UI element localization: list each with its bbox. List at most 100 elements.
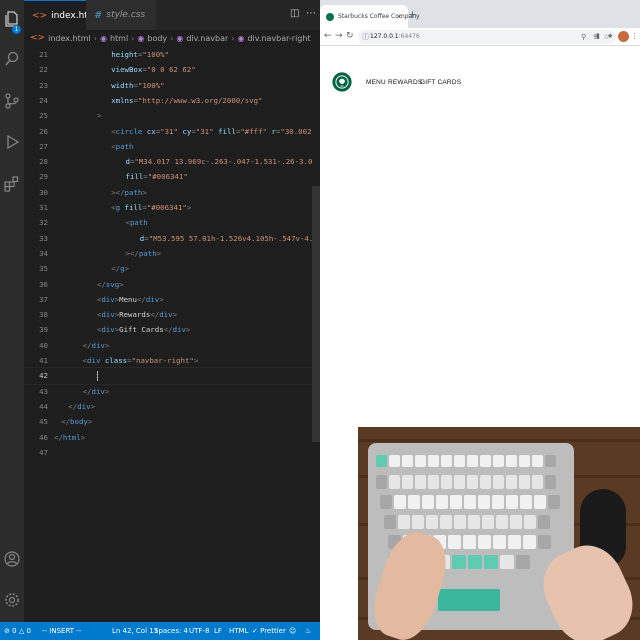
tab-index-html[interactable]: <> index.html <box>24 0 99 30</box>
code-token: div <box>101 294 115 304</box>
code-line[interactable]: 25 > <box>24 108 312 123</box>
more-actions-icon[interactable]: ⋯ <box>306 8 316 19</box>
code-line[interactable]: 30 ></path> <box>24 185 312 200</box>
source-control-icon[interactable] <box>3 92 21 110</box>
cursor-position[interactable]: Ln 42, Col 17 <box>112 622 158 640</box>
code-line[interactable]: 33 d="M53.595 57.01h-1.526v4.105h-.547v-4… <box>24 231 312 246</box>
extension-icon[interactable]: ▮ <box>596 32 600 40</box>
code-line[interactable]: 41 <div class="navbar-right"> <box>24 353 312 368</box>
keycap <box>398 515 410 529</box>
eol-setting[interactable]: LF <box>214 622 222 640</box>
breadcrumb-item[interactable]: html <box>110 34 128 43</box>
code-line[interactable]: 23 width="100%" <box>24 78 312 93</box>
keycap <box>389 455 400 467</box>
indentation-setting[interactable]: Spaces: 4 <box>154 622 188 640</box>
url-host: 127.0.0.1 <box>370 33 399 40</box>
keycap <box>478 535 491 549</box>
check-double-icon: ✓ <box>252 627 258 635</box>
code-token: div <box>91 340 105 350</box>
status-bar: ⊘ 0 △ 0 -- INSERT -- Ln 42, Col 17 Space… <box>0 622 320 640</box>
code-line[interactable]: 35 </g> <box>24 261 312 276</box>
site-info-icon[interactable]: ⓘ <box>362 30 369 44</box>
code-token: "100%" <box>137 80 165 90</box>
code-line[interactable]: 28 d="M34.017 13.969c-.263-.047-1.531-.26… <box>24 154 312 169</box>
code-text: <path <box>111 139 133 154</box>
code-line[interactable]: 29 fill="#006341" <box>24 169 312 184</box>
problems-indicator[interactable]: ⊘ 0 △ 0 <box>4 622 31 640</box>
forward-arrow-icon[interactable]: → <box>335 31 343 41</box>
code-line[interactable]: 40 </div> <box>24 338 312 353</box>
prettier-label: Prettier <box>260 627 286 635</box>
nav-link-menu[interactable]: MENU <box>366 79 386 86</box>
breadcrumb-item[interactable]: index.html <box>48 34 91 43</box>
code-line[interactable]: 34 ></path> <box>24 246 312 261</box>
chrome-menu-icon[interactable]: ⋮ <box>631 32 638 40</box>
code-line[interactable]: 31 <g fill="#006341"> <box>24 200 312 215</box>
split-editor-icon[interactable]: ◫ <box>290 8 299 19</box>
new-tab-plus-icon[interactable]: + <box>408 8 417 21</box>
zoom-search-icon[interactable]: ⚲ <box>581 30 586 44</box>
code-line[interactable]: 42 <box>24 367 312 385</box>
vim-mode: -- INSERT -- <box>42 627 82 635</box>
code-line[interactable]: 36 </svg> <box>24 277 312 292</box>
vscode-window: 1 <> index.html # style.css ◫ ⋯ <> index… <box>0 0 320 640</box>
code-line[interactable]: 43 </div> <box>24 384 312 399</box>
line-number: 35 <box>39 264 48 274</box>
code-line[interactable]: 47 <box>24 445 312 460</box>
keycap <box>493 535 506 549</box>
code-line[interactable]: 27 <path <box>24 139 312 154</box>
nav-link-gift-cards[interactable]: GIFT CARDS <box>420 79 461 86</box>
code-line[interactable]: 32 <path <box>24 215 312 230</box>
browser-tab[interactable]: Starbucks Coffee Company ✕ <box>320 5 420 28</box>
code-token: cx <box>146 126 156 136</box>
breadcrumb-item[interactable]: div.navbar-right <box>247 34 310 43</box>
extensions-icon[interactable] <box>3 175 21 193</box>
extensions-puzzle-icon[interactable]: ★ <box>607 32 613 40</box>
notifications-bell-icon[interactable]: ♨ <box>305 622 311 640</box>
code-token: "navbar-right" <box>131 356 194 365</box>
keycap <box>496 515 508 529</box>
search-icon[interactable] <box>3 50 21 68</box>
nav-link-rewards[interactable]: REWARDS <box>388 79 422 86</box>
breadcrumb-item[interactable]: body <box>147 34 167 43</box>
starbucks-logo-icon[interactable] <box>332 65 352 99</box>
code-line[interactable]: 38 <div>Rewards</div> <box>24 307 312 322</box>
keycap <box>538 515 550 529</box>
breadcrumb-item[interactable]: div.navbar <box>186 34 228 43</box>
back-arrow-icon[interactable]: ← <box>324 31 332 41</box>
code-token: > <box>159 294 164 304</box>
code-line[interactable]: 21 height="100%" <box>24 47 312 62</box>
keycap <box>532 455 543 467</box>
feedback-icon[interactable]: ☺ <box>289 622 296 640</box>
code-line[interactable]: 37 <div>Menu</div> <box>24 292 312 307</box>
code-token: > <box>124 264 129 274</box>
address-bar[interactable]: ⓘ 127.0.0.1:64476 ⚲ ⇪ ☆ <box>358 30 616 44</box>
run-debug-icon[interactable] <box>3 133 21 151</box>
code-line[interactable]: 46 </html> <box>24 430 312 445</box>
code-line[interactable]: 22 viewBox="0 0 62 62" <box>24 62 312 77</box>
editor-scrollbar-thumb[interactable] <box>312 186 320 442</box>
settings-gear-icon[interactable] <box>3 591 21 609</box>
code-editor[interactable]: 21 height="100%" 22 viewBox="0 0 62 62" 23 wi… <box>24 46 312 622</box>
prettier-status[interactable]: ✓ Prettier <box>252 622 286 640</box>
code-token: "M53.595 57.01h-1.526v4.105h-.547v-4.105… <box>148 233 312 243</box>
line-number: 28 <box>39 157 48 167</box>
line-number: 39 <box>39 325 48 335</box>
reload-icon[interactable]: ↻ <box>346 31 354 41</box>
code-text: ></path> <box>126 246 162 261</box>
code-line[interactable]: 24 xmlns="http://www.w3.org/2000/svg" <box>24 93 312 108</box>
code-token: div <box>77 401 91 411</box>
encoding-setting[interactable]: UTF-8 <box>189 622 209 640</box>
code-line[interactable]: 39 <div>Gift Cards</div> <box>24 322 312 337</box>
close-tab-icon[interactable]: ✕ <box>396 13 402 21</box>
code-line[interactable]: 45 </body> <box>24 414 312 429</box>
language-mode[interactable]: HTML <box>229 622 248 640</box>
tab-style-css[interactable]: # style.css <box>86 0 156 30</box>
code-token: height <box>111 50 138 59</box>
code-token: ></ <box>125 248 139 258</box>
code-line[interactable]: 26 <circle cx="31" cy="31" fill="#fff" r=… <box>24 124 312 139</box>
code-line[interactable]: 44 </div> <box>24 399 312 414</box>
account-icon[interactable] <box>3 550 21 568</box>
profile-avatar[interactable] <box>618 31 629 42</box>
keycap <box>402 455 413 467</box>
